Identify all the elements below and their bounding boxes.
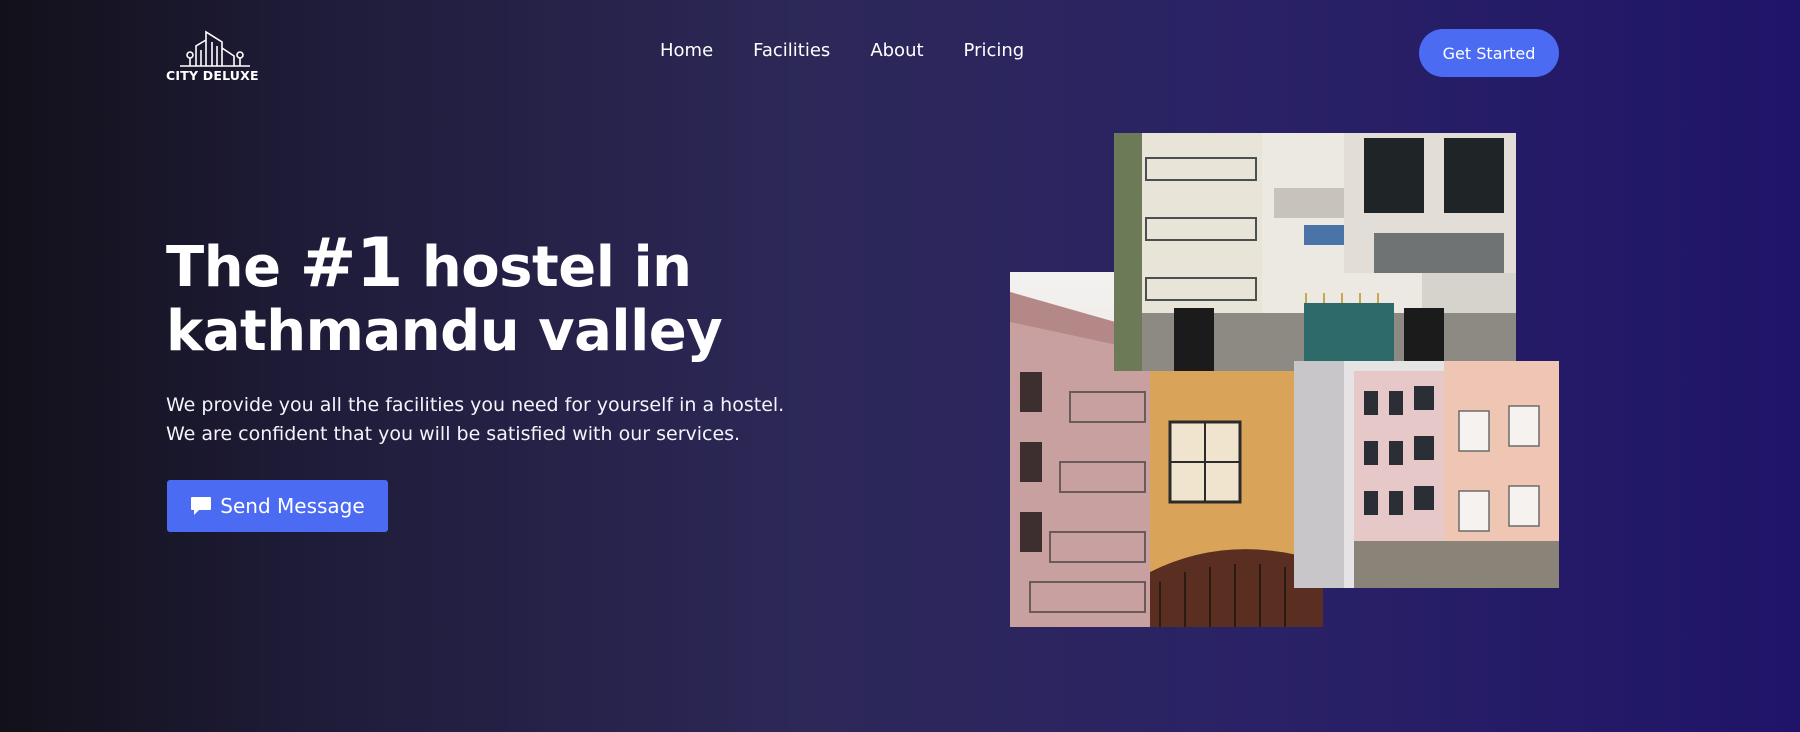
- brand-name: CITY DELUXE: [166, 68, 259, 83]
- nav-about[interactable]: About: [870, 40, 923, 61]
- nav-pricing[interactable]: Pricing: [964, 40, 1025, 61]
- send-message-label: Send Message: [220, 494, 365, 518]
- city-buildings-icon: [180, 30, 250, 67]
- main-nav: Home Facilities About Pricing: [660, 40, 1024, 61]
- hero-subtitle-line2: We are confident that you will be satisf…: [166, 423, 741, 445]
- nav-facilities[interactable]: Facilities: [753, 40, 830, 61]
- hostel-photo-front: [1114, 133, 1516, 371]
- hero-title-line2: kathmandu valley: [166, 299, 723, 364]
- send-message-button[interactable]: Send Message: [167, 480, 388, 532]
- hero-subtitle-line1: We provide you all the facilities you ne…: [166, 394, 785, 416]
- chat-bubble-icon: [190, 496, 212, 516]
- brand-logo[interactable]: CITY DELUXE: [166, 28, 264, 86]
- hostel-photo-street: [1294, 361, 1559, 588]
- hero-subtitle: We provide you all the facilities you ne…: [166, 391, 856, 449]
- hero-title-highlight: #1: [299, 224, 404, 303]
- hero-title-prefix: The: [166, 235, 281, 300]
- hero-title-rest: hostel in: [421, 235, 692, 300]
- nav-home[interactable]: Home: [660, 40, 713, 61]
- hero-title: The #1 hostel in kathmandu valley: [166, 230, 806, 364]
- get-started-button[interactable]: Get Started: [1419, 29, 1559, 77]
